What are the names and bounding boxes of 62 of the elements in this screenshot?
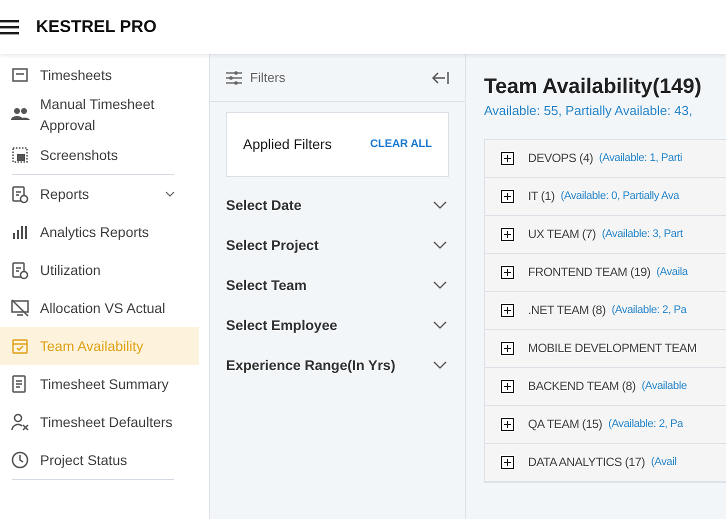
filter-dropdown[interactable]: Select Employee <box>210 305 465 345</box>
clipboard-clock-icon <box>10 184 30 204</box>
chevron-icon <box>433 321 447 329</box>
camera-icon <box>10 145 30 165</box>
clock-icon <box>10 450 30 470</box>
filters-title: Filters <box>250 68 286 87</box>
team-availability: (Available: 2, Pa <box>612 302 686 318</box>
sidebar-item[interactable]: Project Status <box>0 441 199 479</box>
filter-dropdown[interactable]: Select Team <box>210 265 465 305</box>
filter-dropdown[interactable]: Select Date <box>210 185 465 225</box>
clear-all-link[interactable]: CLEAR ALL <box>370 136 432 153</box>
chevron-icon <box>165 191 175 197</box>
expand-toggle-icon[interactable] <box>501 152 514 165</box>
team-name: IT (1) <box>528 188 555 206</box>
expand-toggle-icon[interactable] <box>501 228 514 241</box>
expand-toggle-icon[interactable] <box>501 304 514 317</box>
team-availability: (Available: 0, Partially Ava <box>560 188 680 204</box>
chevron-icon <box>433 361 447 369</box>
filter-dropdown[interactable]: Select Project <box>210 225 465 265</box>
availability-summary: Available: 55, Partially Available: 43, <box>484 102 694 120</box>
sidebar-item[interactable]: Timesheet Defaulters <box>0 403 199 441</box>
monitor-off-icon <box>10 298 30 318</box>
expand-toggle-icon[interactable] <box>501 418 514 431</box>
sidebar-item[interactable]: Timesheets <box>0 56 199 94</box>
sidebar-item[interactable]: Screenshots <box>0 136 199 174</box>
user-remove-icon <box>10 412 30 432</box>
sidebar-item[interactable]: Utilization <box>0 251 199 289</box>
chevron-icon <box>433 201 447 209</box>
sidebar-item[interactable]: Reports <box>0 175 199 213</box>
sidebar-item[interactable]: Allocation VS Actual <box>0 289 199 327</box>
team-availability: (Available: 2, Pa <box>608 416 684 432</box>
page-title: Team Availability(149) <box>484 74 702 100</box>
team-name: DEVOPS (4) <box>528 150 594 168</box>
team-name: DATA ANALYTICS (17) <box>528 454 646 472</box>
applied-filters-title: Applied Filters <box>243 135 332 154</box>
expand-toggle-icon[interactable] <box>501 456 514 469</box>
expand-toggle-icon[interactable] <box>501 342 514 355</box>
chevron-icon <box>433 241 447 249</box>
team-name: MOBILE DEVELOPMENT TEAM <box>528 340 697 358</box>
team-availability: (Available: 1, Parti <box>599 150 682 166</box>
sidebar-item[interactable]: Timesheet Summary <box>0 365 199 403</box>
team-availability: (Avail <box>651 454 677 470</box>
team-availability: (Available <box>642 378 687 394</box>
expand-toggle-icon[interactable] <box>501 266 514 279</box>
expand-toggle-icon[interactable] <box>501 380 514 393</box>
menu-icon[interactable] <box>0 19 20 35</box>
collapse-icon[interactable] <box>432 70 449 84</box>
team-name: FRONTEND TEAM (19) <box>528 264 650 282</box>
team-name: .NET TEAM (8) <box>528 302 606 320</box>
team-availability: (Availa <box>656 264 688 280</box>
clipboard-clock-icon <box>10 260 30 280</box>
team-name: QA TEAM (15) <box>528 416 602 434</box>
team-availability: (Available: 3, Part <box>602 226 683 242</box>
filter-dropdown[interactable]: Experience Range(In Yrs) <box>210 345 465 385</box>
sidebar-item[interactable]: Analytics Reports <box>0 213 199 251</box>
sidebar-item[interactable]: Manual Timesheet Approval <box>0 94 199 136</box>
team-name: UX TEAM (7) <box>528 226 596 244</box>
team-name: BACKEND TEAM (8) <box>528 378 636 396</box>
sliders-icon <box>226 70 242 84</box>
expand-toggle-icon[interactable] <box>501 190 514 203</box>
app-title: KESTREL PRO <box>36 16 157 38</box>
chevron-icon <box>433 281 447 289</box>
